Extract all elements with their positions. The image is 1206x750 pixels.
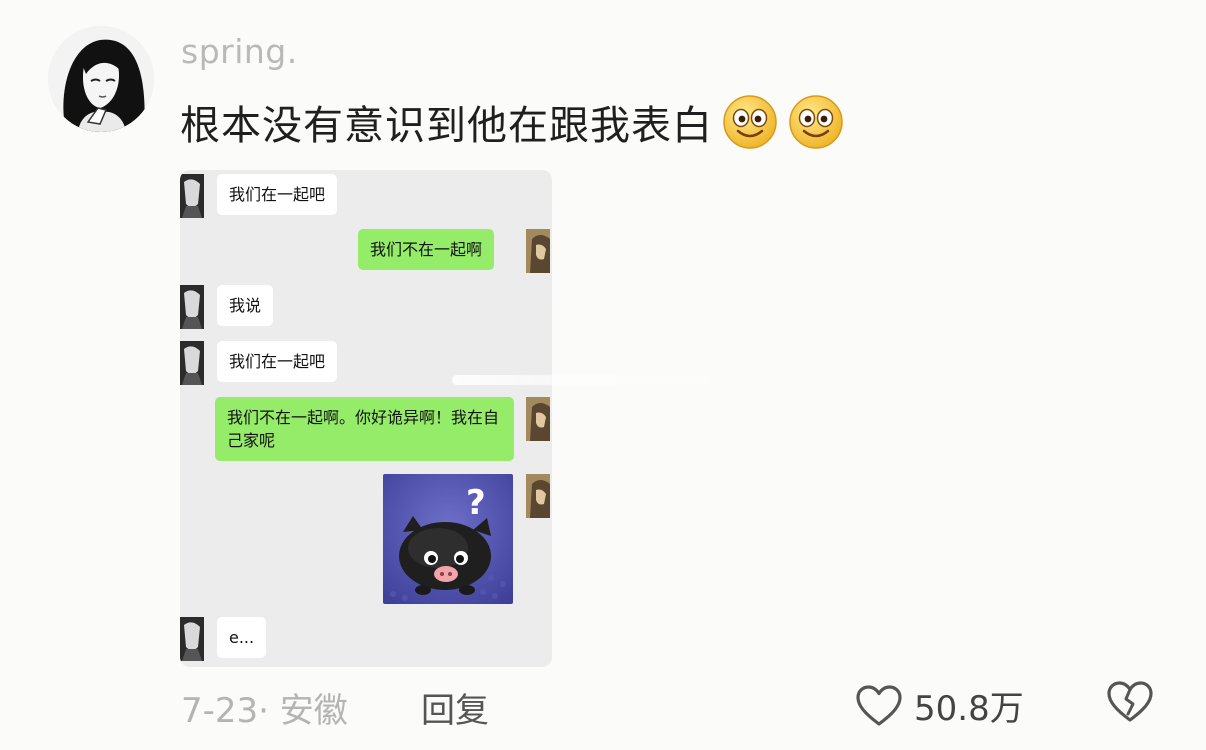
chat-bubble-incoming: e... bbox=[217, 617, 267, 658]
comment-date-location: 7-23· 安徽 bbox=[181, 691, 348, 731]
chat-bubble-incoming: 我说 bbox=[217, 285, 274, 326]
comment-item: spring. 根本没有意识到他在跟我表白 我们在一起吧 我们不在一起啊 我说 … bbox=[0, 0, 1206, 750]
dislike-button[interactable] bbox=[1107, 681, 1153, 723]
smile-emoji-icon bbox=[787, 93, 845, 151]
sticker-question-mark: ? bbox=[466, 483, 486, 523]
comment-body: 根本没有意识到他在跟我表白 bbox=[180, 92, 845, 152]
chat-bubble-incoming: 我们在一起吧 bbox=[217, 174, 338, 215]
like-count: 50.8万 bbox=[914, 689, 1024, 729]
broken-heart-icon bbox=[1107, 681, 1153, 723]
user-avatar bbox=[526, 474, 550, 518]
comment-text: 根本没有意识到他在跟我表白 bbox=[180, 103, 713, 149]
chat-screenshot-image[interactable]: 我们在一起吧 我们不在一起啊 我说 我们在一起吧 我们不在一起啊。你好诡异啊！我… bbox=[180, 170, 552, 667]
friend-avatar bbox=[180, 341, 204, 385]
user-avatar bbox=[526, 229, 550, 273]
confused-pig-sticker[interactable]: ? bbox=[383, 474, 513, 604]
friend-avatar bbox=[180, 285, 204, 329]
like-button[interactable]: 50.8万 bbox=[856, 681, 1024, 730]
chat-bubble-incoming: 我们在一起吧 bbox=[217, 341, 338, 382]
commenter-avatar[interactable] bbox=[48, 26, 154, 132]
friend-avatar bbox=[180, 617, 204, 661]
scroll-indicator bbox=[452, 375, 752, 385]
reply-button[interactable]: 回复 bbox=[421, 683, 489, 732]
chat-bubble-outgoing: 我们不在一起啊 bbox=[358, 229, 495, 270]
smile-emoji-icon bbox=[721, 93, 779, 151]
friend-avatar bbox=[180, 174, 204, 218]
chat-bubble-outgoing: 我们不在一起啊。你好诡异啊！我在自己家呢 bbox=[215, 397, 514, 461]
user-avatar bbox=[526, 397, 550, 441]
commenter-username[interactable]: spring. bbox=[181, 32, 298, 71]
heart-icon bbox=[856, 684, 902, 727]
